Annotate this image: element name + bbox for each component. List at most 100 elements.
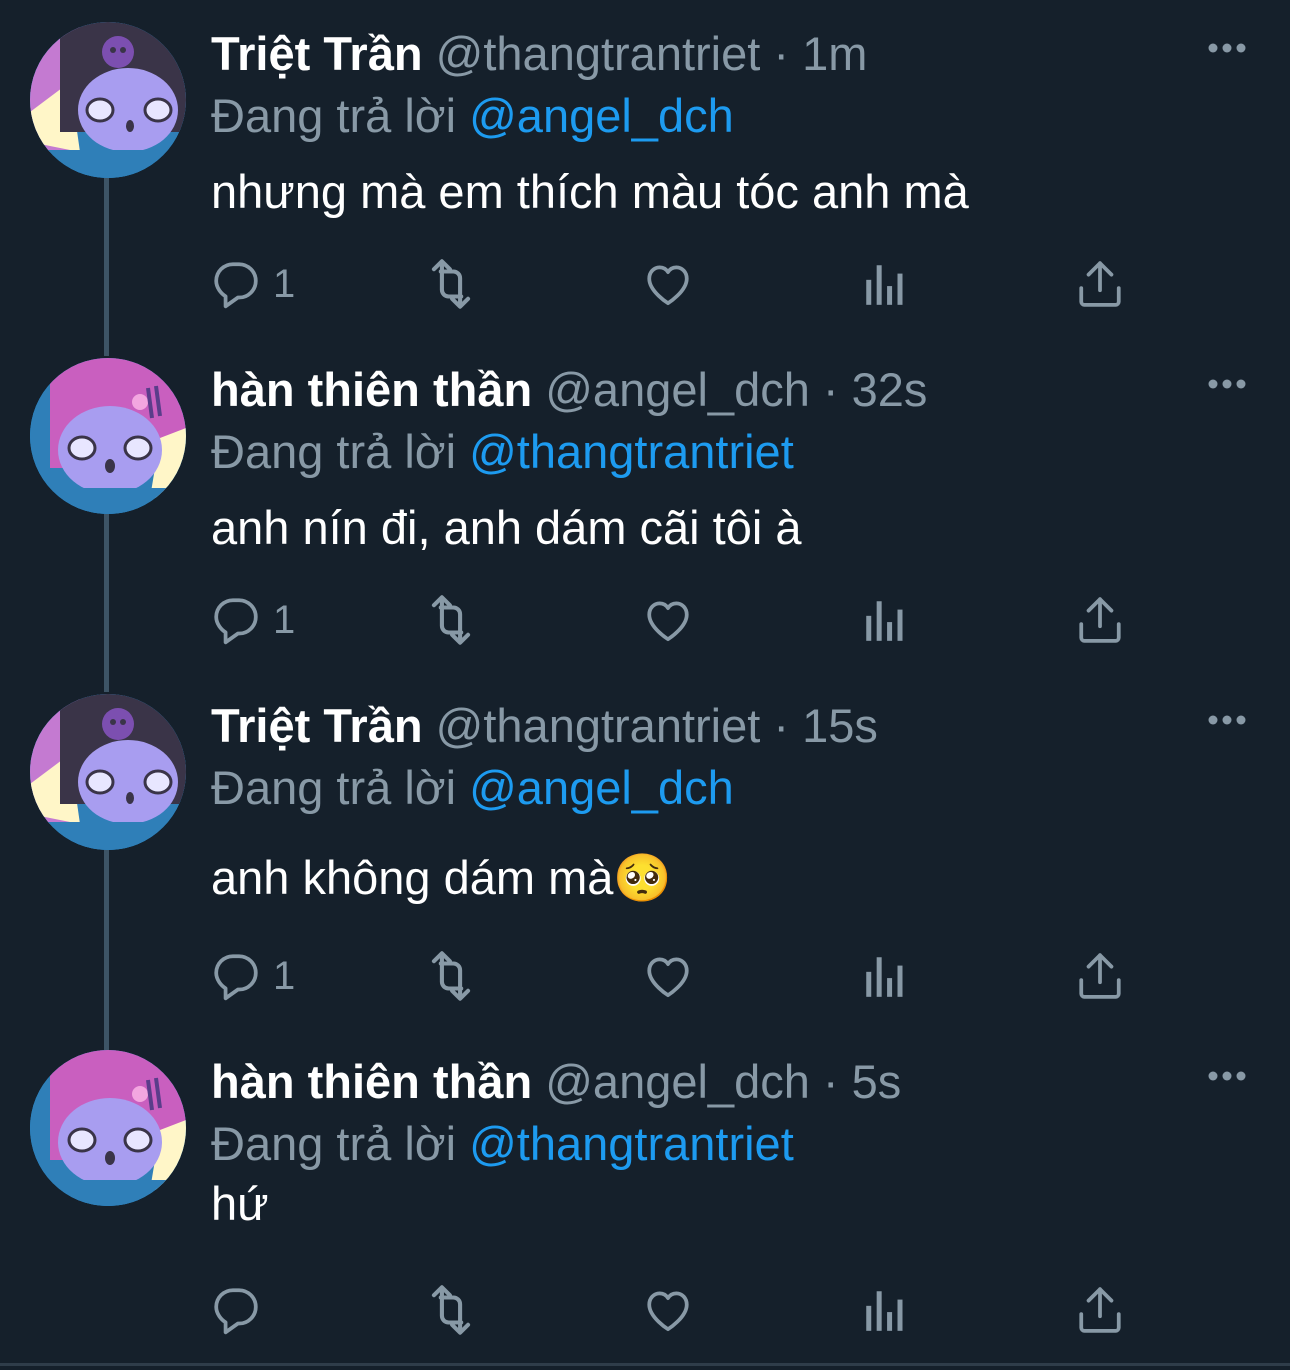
retweet-button[interactable] [423,948,479,1004]
tweet-header: hàn thiên thần @angel_dch · 5s [211,1050,1250,1114]
display-name[interactable]: Triệt Trần [211,699,423,752]
retweet-button[interactable] [423,256,479,312]
share-icon [1079,597,1121,643]
timestamp[interactable]: 15s [802,699,878,752]
tweet-thread: Triệt Trần @thangtrantriet · 1m Đang trả… [0,0,1290,1370]
display-name[interactable]: hàn thiên thần [211,363,532,416]
avatar[interactable] [30,694,186,850]
tweet-header: Triệt Trần @thangtrantriet · 1m [211,22,1250,86]
separator-dot: · [773,27,790,80]
my-melody-avatar-icon [30,1050,186,1206]
display-name[interactable]: Triệt Trần [211,27,423,80]
avatar[interactable] [30,22,186,178]
reply-button[interactable]: 1 [211,592,295,648]
views-button[interactable] [863,256,907,312]
like-button[interactable] [643,592,693,648]
share-icon [1079,1287,1121,1333]
display-name[interactable]: hàn thiên thần [211,1055,532,1108]
share-button[interactable] [1077,1282,1123,1338]
tweet-actions: 1 [211,256,1131,312]
reply-icon [214,262,258,309]
replying-to: Đang trả lời @thangtrantriet [211,422,1250,482]
reply-icon [214,598,258,645]
retweet-icon [431,595,471,645]
more-icon[interactable] [1207,1066,1247,1086]
reply-mention[interactable]: @angel_dch [469,89,734,142]
share-button[interactable] [1077,948,1123,1004]
tweet-content: Triệt Trần @thangtrantriet · 15s Đang tr… [211,694,1250,908]
tweet-actions: 1 [211,592,1131,648]
heart-icon [647,601,689,642]
reply-prefix: Đang trả lời [211,89,457,142]
reply-button[interactable]: 1 [211,256,295,312]
analytics-icon [866,1291,903,1331]
like-button[interactable] [643,1282,693,1338]
retweet-icon [431,951,471,1001]
tweet-text: hứ [211,1177,269,1230]
thread-connector-line [104,514,109,692]
retweet-button[interactable] [423,592,479,648]
share-button[interactable] [1077,592,1123,648]
retweet-icon [431,259,471,309]
share-button[interactable] [1077,256,1123,312]
tweet-actions: 1 [211,948,1131,1004]
timestamp[interactable]: 32s [852,363,928,416]
reply-mention[interactable]: @angel_dch [469,761,734,814]
tweet-header: Triệt Trần @thangtrantriet · 15s [211,694,1250,758]
reply-button[interactable]: 1 [211,948,295,1004]
analytics-icon [866,601,903,641]
avatar[interactable] [30,358,186,514]
reply-count: 1 [273,953,296,998]
retweet-button[interactable] [423,1282,479,1338]
more-icon[interactable] [1207,710,1247,730]
tweet-text: nhưng mà em thích màu tóc anh mà [211,165,969,218]
reply-icon [214,1288,258,1335]
reply-mention[interactable]: @thangtrantriet [469,1117,794,1170]
replying-to: Đang trả lời @angel_dch [211,758,1250,818]
user-handle[interactable]: @angel_dch [545,363,810,416]
reply-icon [214,954,258,1001]
user-handle[interactable]: @angel_dch [545,1055,810,1108]
reply-prefix: Đang trả lời [211,1117,457,1170]
thread-connector-line [104,178,109,356]
avatar[interactable] [30,1050,186,1206]
views-button[interactable] [863,592,907,648]
tweet-content: hàn thiên thần @angel_dch · 5s Đang trả … [211,1050,1250,1234]
views-button[interactable] [863,948,907,1004]
reply-prefix: Đang trả lời [211,761,457,814]
tweet-text: anh không dám mà🥺 [211,851,672,904]
tweet-content: Triệt Trần @thangtrantriet · 1m Đang trả… [211,22,1250,222]
heart-icon [647,265,689,306]
replying-to: Đang trả lời @thangtrantriet [211,1114,1250,1174]
analytics-icon [866,265,903,305]
like-button[interactable] [643,256,693,312]
kuromi-avatar-icon [30,22,186,178]
reply-button[interactable] [211,1282,273,1338]
user-handle[interactable]: @thangtrantriet [436,699,761,752]
analytics-icon [866,957,903,997]
share-icon [1079,953,1121,999]
replying-to: Đang trả lời @angel_dch [211,86,1250,146]
tweet-header: hàn thiên thần @angel_dch · 32s [211,358,1250,422]
kuromi-avatar-icon [30,694,186,850]
timestamp[interactable]: 1m [802,27,867,80]
reply-mention[interactable]: @thangtrantriet [469,425,794,478]
share-icon [1079,261,1121,307]
separator-dot: · [773,699,790,752]
like-button[interactable] [643,948,693,1004]
more-icon[interactable] [1207,38,1247,58]
more-icon[interactable] [1207,374,1247,394]
reply-prefix: Đang trả lời [211,425,457,478]
tweet-content: hàn thiên thần @angel_dch · 32s Đang trả… [211,358,1250,558]
bottom-divider [0,1363,1290,1366]
tweet-actions [211,1282,1131,1338]
reply-count: 1 [273,597,296,642]
retweet-icon [431,1285,471,1335]
timestamp[interactable]: 5s [852,1055,902,1108]
separator-dot: · [822,363,839,416]
heart-icon [647,1291,689,1332]
views-button[interactable] [863,1282,907,1338]
user-handle[interactable]: @thangtrantriet [436,27,761,80]
reply-count: 1 [273,261,296,306]
thread-connector-line [104,850,109,1050]
